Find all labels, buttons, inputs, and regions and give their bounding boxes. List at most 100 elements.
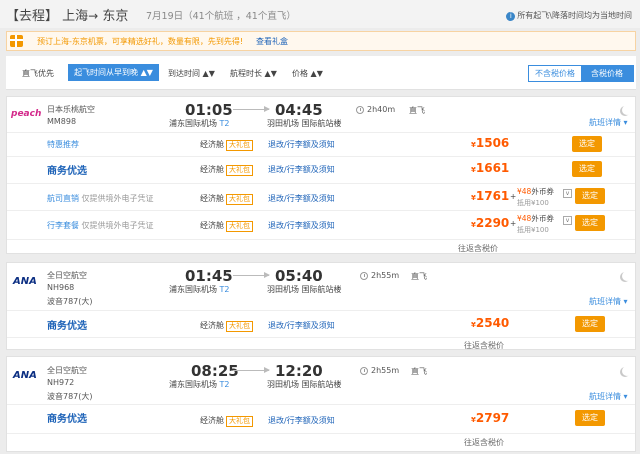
departure-airport-name: 浦东国际机场 [169, 119, 217, 128]
coupon-amount: 48 [521, 187, 532, 196]
book-button[interactable]: 选定 [575, 316, 605, 332]
direct-label: 直飞 [409, 106, 425, 115]
ana-logo: ANA [13, 370, 37, 381]
policy-link[interactable]: 退改/行李额及须知 [268, 193, 335, 204]
cabin-class: 经济舱 大礼包 [200, 193, 253, 205]
departure-airport: 浦东国际机场 T2 [169, 284, 230, 295]
sort-arrival-time[interactable]: 到达时间 ▲▼ [168, 68, 215, 79]
moon-icon [622, 366, 632, 376]
arrival-time: 12:20 [275, 362, 323, 380]
book-button[interactable]: 选定 [572, 136, 602, 152]
price-value: 2797 [475, 411, 510, 425]
fare-price: ¥1661 [471, 161, 509, 175]
departure-time: 01:05 [185, 101, 233, 119]
fare-price: ¥2290 [471, 216, 509, 230]
cabin-class: 经济舱 大礼包 [200, 164, 253, 176]
fare-name-text: 航司直销 [47, 194, 79, 203]
divider [7, 210, 635, 211]
coupon-offset: 抵用¥100 [517, 199, 549, 207]
toggle-incl-tax[interactable]: 含税价格 [581, 66, 633, 81]
cabin-class: 经济舱 大礼包 [200, 415, 253, 427]
gift-tag: 大礼包 [226, 140, 253, 151]
fare-note: 仅提供境外电子凭证 [81, 194, 154, 203]
aircraft-type: 波音787(大) [47, 392, 93, 401]
route-arrow-icon: → [88, 9, 99, 23]
price-value: 1761 [475, 189, 510, 203]
book-button[interactable]: 选定 [575, 215, 605, 231]
fare-name: 商务优选 [47, 166, 87, 177]
cabin-class: 经济舱 大礼包 [200, 320, 253, 332]
route-header: 【去程】 上海→ 东京 7月19日（41个航班 ，41个直飞） i 所有起飞\降落… [0, 0, 640, 28]
clock-icon [356, 106, 364, 114]
clock-icon [360, 272, 368, 280]
airline-name: 全日空航空 [47, 366, 87, 375]
departure-time: 01:45 [185, 267, 233, 285]
book-button[interactable]: 选定 [575, 410, 605, 426]
divider [7, 132, 635, 133]
peach-logo: peach [11, 109, 42, 119]
promo-banner: 预订上海-东京机票，可享精选好礼，数量有限，先到先得! 查看礼盒 [6, 31, 636, 51]
flight-details-link[interactable]: 航班详情 ▾ [589, 391, 628, 402]
arrival-airport: 羽田机场 国际航站楼 [267, 380, 342, 389]
flight-arrow-icon [233, 272, 270, 278]
flight-arrow-icon [233, 367, 270, 373]
divider [7, 310, 635, 311]
departure-time: 08:25 [191, 362, 239, 380]
book-button[interactable]: 选定 [575, 188, 605, 204]
departure-airport-name: 浦东国际机场 [169, 285, 217, 294]
coupon-label: 外币券 [531, 187, 554, 196]
timezone-note-text: 所有起飞\降落时间均为当地时间 [517, 11, 632, 20]
price-mode-toggle: 不含税价格 含税价格 [528, 65, 634, 82]
clock-icon [360, 367, 368, 375]
sort-price[interactable]: 价格 ▲▼ [292, 68, 323, 79]
info-icon: i [506, 12, 516, 21]
date-info: 7月19日（41个航班 ，41个直飞） [146, 11, 296, 22]
divider [7, 337, 635, 338]
chevron-down-icon[interactable]: v [563, 216, 572, 225]
fare-price: ¥2540 [471, 316, 509, 330]
flight-details-link[interactable]: 航班详情 ▾ [589, 296, 628, 307]
sort-direct-first[interactable]: 直飞优先 [22, 68, 54, 79]
flight-duration: 2h40m [367, 105, 396, 114]
fare-price: ¥2797 [471, 411, 509, 425]
coupon-offset: 抵用¥100 [517, 226, 549, 234]
toggle-excl-tax[interactable]: 不含税价格 [529, 66, 581, 81]
departure-terminal: T2 [219, 285, 230, 294]
fare-name: 商务优选 [47, 414, 87, 425]
fare-note: 仅提供境外电子凭证 [81, 221, 154, 230]
flight-duration: 2h55m [371, 366, 400, 375]
flight-details-link[interactable]: 航班详情 ▾ [589, 117, 628, 128]
fare-price: ¥1506 [471, 136, 509, 150]
fare-name: 行李套餐 仅提供境外电子凭证 [47, 220, 154, 231]
departure-airport-name: 浦东国际机场 [169, 380, 217, 389]
gift-tag: 大礼包 [226, 321, 253, 332]
sort-duration[interactable]: 航程时长 ▲▼ [230, 68, 277, 79]
tax-note: 往返含税价 [458, 244, 498, 253]
policy-link[interactable]: 退改/行李额及须知 [268, 139, 335, 150]
cabin-class: 经济舱 大礼包 [200, 139, 253, 151]
departure-airport: 浦东国际机场 T2 [169, 118, 230, 129]
view-gift-link[interactable]: 查看礼盒 [256, 36, 288, 47]
sort-bar: 直飞优先 起飞时间从早到晚 ▲▼ 到达时间 ▲▼ 航程时长 ▲▼ 价格 ▲▼ 不… [6, 56, 636, 90]
timezone-note: i 所有起飞\降落时间均为当地时间 [506, 10, 632, 21]
policy-link[interactable]: 退改/行李额及须知 [268, 220, 335, 231]
sort-departure-time[interactable]: 起飞时间从早到晚 ▲▼ [68, 64, 159, 81]
policy-link[interactable]: 退改/行李额及须知 [268, 320, 335, 331]
policy-link[interactable]: 退改/行李额及须知 [268, 415, 335, 426]
direct-label: 直飞 [411, 367, 427, 376]
coupon-label: 外币券 [531, 214, 554, 223]
airline-name: 全日空航空 [47, 271, 87, 280]
chevron-down-icon[interactable]: v [563, 189, 572, 198]
price-value: 1506 [475, 136, 510, 150]
gift-tag: 大礼包 [226, 416, 253, 427]
fare-name: 商务优选 [47, 321, 87, 332]
divider [7, 433, 635, 434]
cabin-label: 经济舱 [200, 194, 224, 203]
policy-link[interactable]: 退改/行李额及须知 [268, 164, 335, 175]
flight-arrow-icon [233, 106, 270, 112]
ana-logo: ANA [13, 276, 37, 287]
tax-note: 往返含税价 [464, 438, 504, 447]
book-button[interactable]: 选定 [572, 161, 602, 177]
price-value: 1661 [475, 161, 510, 175]
plus-sign: + [510, 192, 517, 201]
